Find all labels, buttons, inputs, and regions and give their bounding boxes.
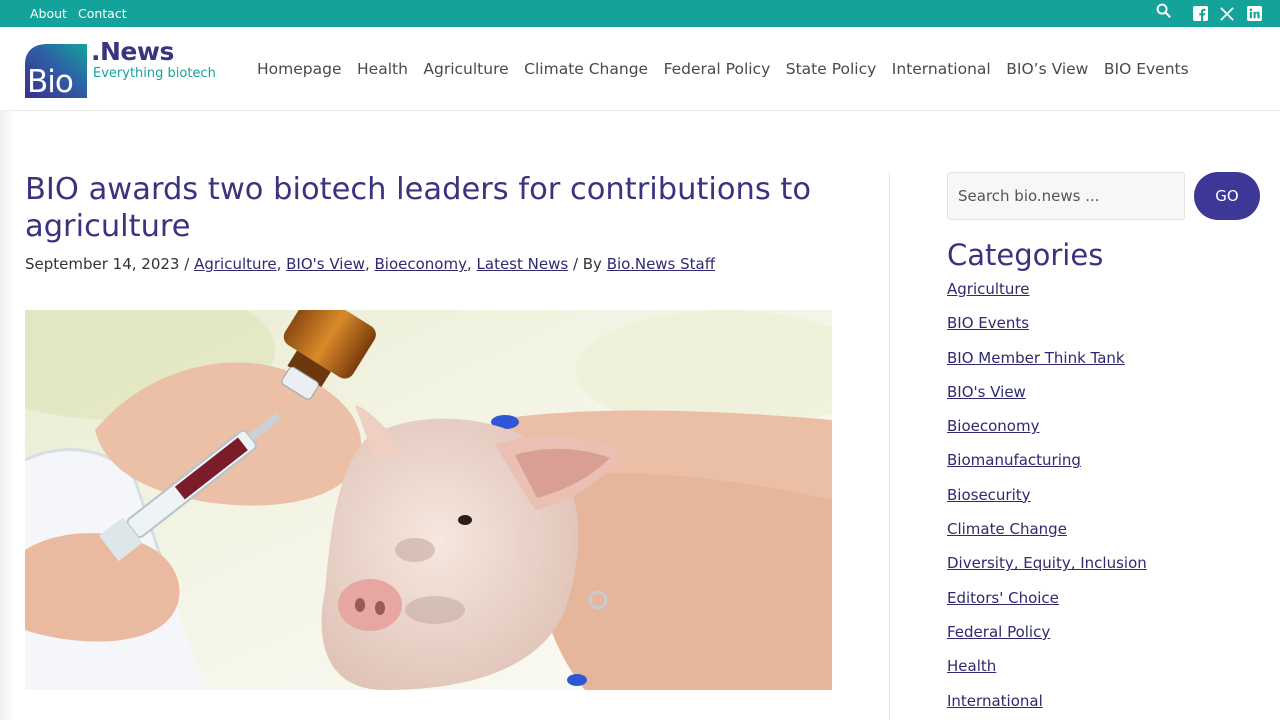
category-bio-member-think-tank[interactable]: BIO Member Think Tank bbox=[947, 349, 1125, 367]
list-item: Federal Policy bbox=[947, 623, 1147, 657]
article-meta: September 14, 2023 / Agriculture, BIO's … bbox=[25, 255, 865, 273]
category-biomanufacturing[interactable]: Biomanufacturing bbox=[947, 451, 1081, 469]
list-item: Editors' Choice bbox=[947, 589, 1147, 623]
nav-health[interactable]: Health bbox=[357, 60, 408, 78]
main-nav: Homepage Health Agriculture Climate Chan… bbox=[257, 27, 1189, 111]
list-item: BIO Member Think Tank bbox=[947, 349, 1147, 383]
list-item: BIO's View bbox=[947, 383, 1147, 417]
category-link-bios-view[interactable]: BIO's View bbox=[286, 255, 365, 273]
category-international[interactable]: International bbox=[947, 692, 1043, 710]
article-date: September 14, 2023 bbox=[25, 255, 180, 273]
site-logo[interactable]: Bio .News Everything biotech bbox=[25, 37, 225, 100]
nav-climate-change[interactable]: Climate Change bbox=[524, 60, 648, 78]
nav-agriculture[interactable]: Agriculture bbox=[423, 60, 508, 78]
nav-state-policy[interactable]: State Policy bbox=[786, 60, 877, 78]
search-input[interactable] bbox=[947, 172, 1185, 220]
article-title: BIO awards two biotech leaders for contr… bbox=[25, 172, 812, 244]
category-link-bioeconomy[interactable]: Bioeconomy bbox=[375, 255, 467, 273]
x-icon[interactable] bbox=[1219, 0, 1235, 27]
top-links: About Contact bbox=[30, 0, 127, 27]
meta-separator: / bbox=[179, 255, 195, 273]
list-item: Health bbox=[947, 657, 1147, 691]
about-link[interactable]: About bbox=[30, 6, 67, 21]
facebook-icon[interactable] bbox=[1192, 0, 1208, 27]
meta-by: / By bbox=[568, 255, 607, 273]
list-item: Biosecurity bbox=[947, 486, 1147, 520]
nav-bio-events[interactable]: BIO Events bbox=[1104, 60, 1189, 78]
list-item: Climate Change bbox=[947, 520, 1147, 554]
nav-bios-view[interactable]: BIO’s View bbox=[1006, 60, 1088, 78]
list-item: Bioeconomy bbox=[947, 417, 1147, 451]
category-health[interactable]: Health bbox=[947, 657, 996, 675]
category-bios-view[interactable]: BIO's View bbox=[947, 383, 1026, 401]
list-item: BIO Events bbox=[947, 314, 1147, 348]
category-link-agriculture[interactable]: Agriculture bbox=[194, 255, 277, 273]
list-item: Agriculture bbox=[947, 280, 1147, 314]
logo-name: .News bbox=[91, 37, 174, 66]
category-bioeconomy[interactable]: Bioeconomy bbox=[947, 417, 1039, 435]
list-item: Biomanufacturing bbox=[947, 451, 1147, 485]
hero-image bbox=[25, 310, 832, 690]
category-federal-policy[interactable]: Federal Policy bbox=[947, 623, 1050, 641]
category-editors-choice[interactable]: Editors' Choice bbox=[947, 589, 1059, 607]
site-header: Bio .News Everything biotech Homepage He… bbox=[0, 27, 1280, 111]
list-item: Diversity, Equity, Inclusion bbox=[947, 554, 1147, 588]
category-link-latest-news[interactable]: Latest News bbox=[477, 255, 569, 273]
top-icons bbox=[1154, 0, 1262, 27]
logo-mark-text: Bio bbox=[27, 64, 74, 100]
linkedin-icon[interactable] bbox=[1246, 0, 1262, 27]
contact-link[interactable]: Contact bbox=[78, 6, 127, 21]
category-biosecurity[interactable]: Biosecurity bbox=[947, 486, 1031, 504]
categories-list: Agriculture BIO Events BIO Member Think … bbox=[947, 280, 1147, 726]
meta-comma: , bbox=[364, 255, 375, 273]
search-icon[interactable] bbox=[1154, 0, 1172, 24]
list-item: International bbox=[947, 692, 1147, 726]
category-bio-events[interactable]: BIO Events bbox=[947, 314, 1029, 332]
nav-international[interactable]: International bbox=[892, 60, 991, 78]
search-go-button[interactable]: GO bbox=[1194, 172, 1260, 220]
meta-comma: , bbox=[466, 255, 477, 273]
meta-comma: , bbox=[276, 255, 287, 273]
category-agriculture[interactable]: Agriculture bbox=[947, 280, 1030, 298]
category-climate-change[interactable]: Climate Change bbox=[947, 520, 1067, 538]
content-divider bbox=[889, 173, 890, 720]
nav-federal-policy[interactable]: Federal Policy bbox=[664, 60, 771, 78]
logo-tagline: Everything biotech bbox=[93, 66, 216, 81]
author-link[interactable]: Bio.News Staff bbox=[607, 255, 715, 273]
top-bar: About Contact bbox=[0, 0, 1280, 27]
page-edge-shadow bbox=[0, 111, 14, 720]
category-diversity-equity-inclusion[interactable]: Diversity, Equity, Inclusion bbox=[947, 554, 1147, 572]
categories-heading: Categories bbox=[947, 238, 1104, 272]
nav-homepage[interactable]: Homepage bbox=[257, 60, 342, 78]
